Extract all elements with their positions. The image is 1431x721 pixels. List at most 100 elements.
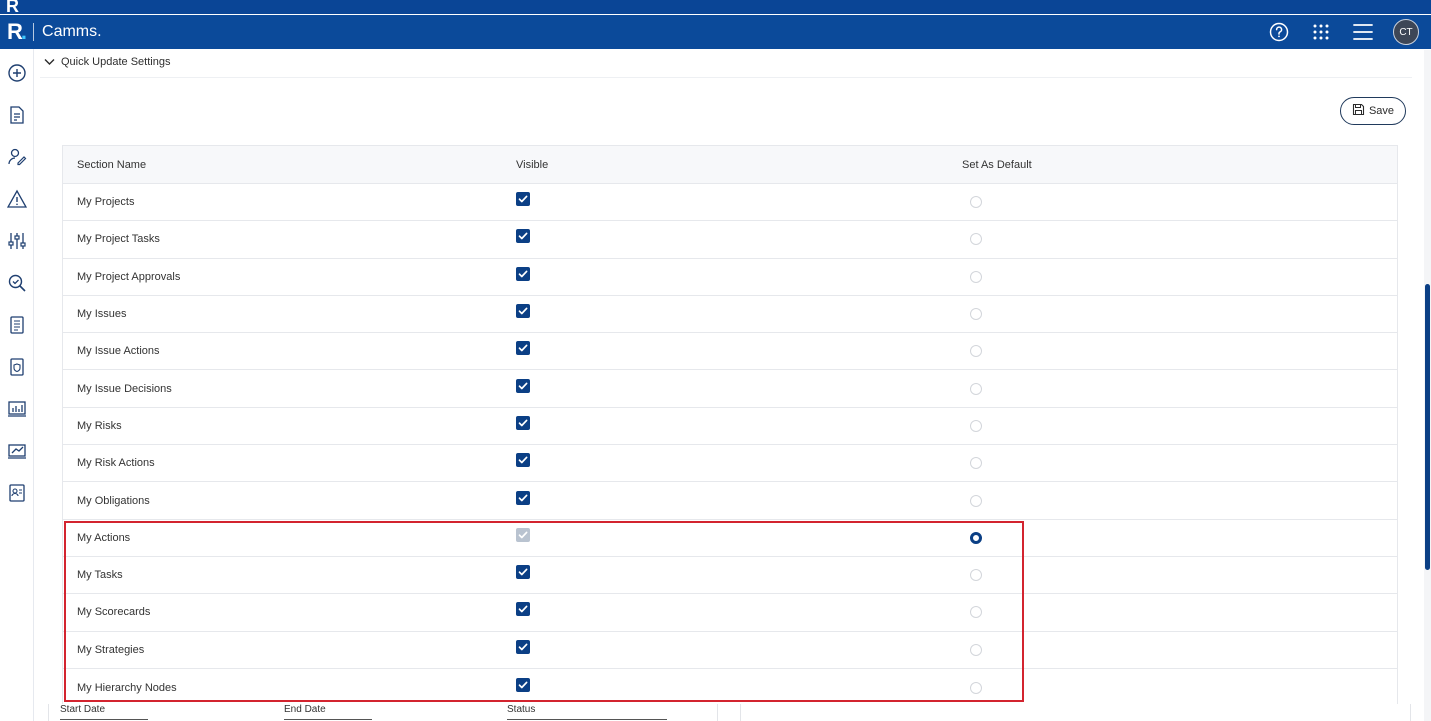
visible-checkbox[interactable] [516, 565, 530, 580]
save-label: Save [1368, 105, 1395, 117]
visible-cell [503, 565, 949, 580]
document-list-icon[interactable] [6, 314, 28, 336]
header-set-as-default: Set As Default [962, 158, 1032, 171]
bar-chart-icon[interactable] [6, 398, 28, 420]
set-default-radio[interactable] [970, 233, 982, 246]
table-row: My Issues [63, 296, 1397, 334]
section-name: My Strategies [77, 643, 145, 656]
sliders-icon[interactable] [6, 230, 28, 252]
user-edit-icon[interactable] [6, 146, 28, 168]
table-row: My Project Approvals [63, 259, 1397, 296]
visible-checkbox[interactable] [516, 453, 530, 468]
status-select[interactable] [507, 719, 667, 720]
visible-checkbox[interactable] [516, 415, 530, 430]
visible-cell [503, 378, 949, 393]
set-default-radio[interactable] [970, 308, 982, 321]
default-cell [949, 233, 1397, 246]
default-cell [949, 606, 1397, 619]
document-edit-icon[interactable] [6, 104, 28, 126]
visible-cell [503, 639, 949, 654]
visible-checkbox[interactable] [516, 490, 530, 505]
table-row: My Actions [63, 520, 1397, 557]
save-button[interactable]: Save [1340, 97, 1406, 125]
help-icon[interactable] [1267, 20, 1291, 44]
avatar[interactable]: CT [1393, 19, 1419, 45]
filter-divider-left [48, 704, 49, 721]
section-divider [40, 77, 1412, 78]
shield-document-icon[interactable] [6, 356, 28, 378]
set-default-radio[interactable] [970, 196, 982, 209]
visible-cell [503, 192, 949, 207]
visible-cell [503, 415, 949, 430]
default-cell [949, 643, 1397, 656]
default-cell [949, 457, 1397, 470]
top-header: R . Camms. CT [0, 15, 1431, 49]
set-default-radio[interactable] [970, 494, 982, 507]
add-icon[interactable] [6, 62, 28, 84]
visible-cell [503, 602, 949, 617]
section-name: My Scorecards [77, 606, 151, 619]
table-row: My Issue Actions [63, 333, 1397, 371]
trend-chart-icon[interactable] [6, 440, 28, 462]
table-row: My Risks [63, 408, 1397, 446]
logo-separator [33, 23, 35, 41]
set-default-radio[interactable] [970, 643, 982, 656]
filter-divider-mid [717, 704, 718, 721]
brand-name[interactable]: Camms. [42, 23, 102, 41]
end-date-input[interactable] [284, 719, 372, 720]
visible-cell [503, 527, 949, 542]
default-cell [949, 531, 1397, 544]
default-cell [949, 681, 1397, 694]
section-name: My Actions [77, 531, 131, 544]
visible-checkbox[interactable] [516, 602, 530, 617]
apps-grid-icon[interactable] [1309, 20, 1333, 44]
start-date-label: Start Date [60, 704, 106, 715]
set-default-radio[interactable] [970, 569, 982, 582]
default-cell [949, 569, 1397, 582]
scrollbar-thumb[interactable] [1425, 284, 1430, 570]
set-default-radio[interactable] [970, 457, 982, 470]
visible-checkbox[interactable] [516, 229, 530, 244]
header-actions: CT [1267, 15, 1419, 49]
id-card-icon[interactable] [6, 482, 28, 504]
status-label: Status [507, 704, 536, 715]
header-section-name: Section Name [77, 158, 147, 171]
logo-dot: . [20, 19, 28, 44]
visible-cell [503, 304, 949, 319]
warning-icon[interactable] [6, 188, 28, 210]
visible-checkbox[interactable] [516, 341, 530, 356]
visible-cell [503, 677, 949, 692]
visible-checkbox[interactable] [516, 639, 530, 654]
start-date-input[interactable] [60, 719, 148, 720]
table-header: Section Name Visible Set As Default [63, 146, 1397, 184]
menu-icon[interactable] [1351, 20, 1375, 44]
section-name: My Project Tasks [77, 233, 160, 246]
visible-checkbox[interactable] [516, 304, 530, 319]
set-default-radio[interactable] [970, 382, 982, 395]
quick-update-settings-toggle[interactable]: Quick Update Settings [44, 53, 170, 71]
search-check-icon[interactable] [6, 272, 28, 294]
section-name: My Issue Actions [77, 345, 160, 358]
set-default-radio[interactable] [970, 681, 982, 694]
visible-checkbox[interactable] [516, 378, 530, 393]
visible-checkbox[interactable] [516, 266, 530, 281]
table-row: My Project Tasks [63, 221, 1397, 259]
set-default-radio[interactable] [970, 270, 982, 283]
table-row: My Issue Decisions [63, 370, 1397, 408]
set-default-radio[interactable] [970, 531, 982, 544]
save-icon [1352, 103, 1365, 119]
filter-divider-mid2 [740, 704, 741, 721]
visible-checkbox[interactable] [516, 192, 530, 207]
table-row: My Tasks [63, 557, 1397, 595]
set-default-radio[interactable] [970, 419, 982, 432]
table-row: My Risk Actions [63, 445, 1397, 483]
visible-checkbox[interactable] [516, 677, 530, 692]
logo-letter[interactable]: R [7, 19, 23, 45]
visible-cell [503, 341, 949, 356]
end-date-label: End Date [284, 704, 326, 715]
set-default-radio[interactable] [970, 345, 982, 358]
background-header-strip: R [0, 0, 1431, 16]
left-sidebar [0, 49, 34, 721]
set-default-radio[interactable] [970, 606, 982, 619]
section-name: My Tasks [77, 569, 123, 582]
